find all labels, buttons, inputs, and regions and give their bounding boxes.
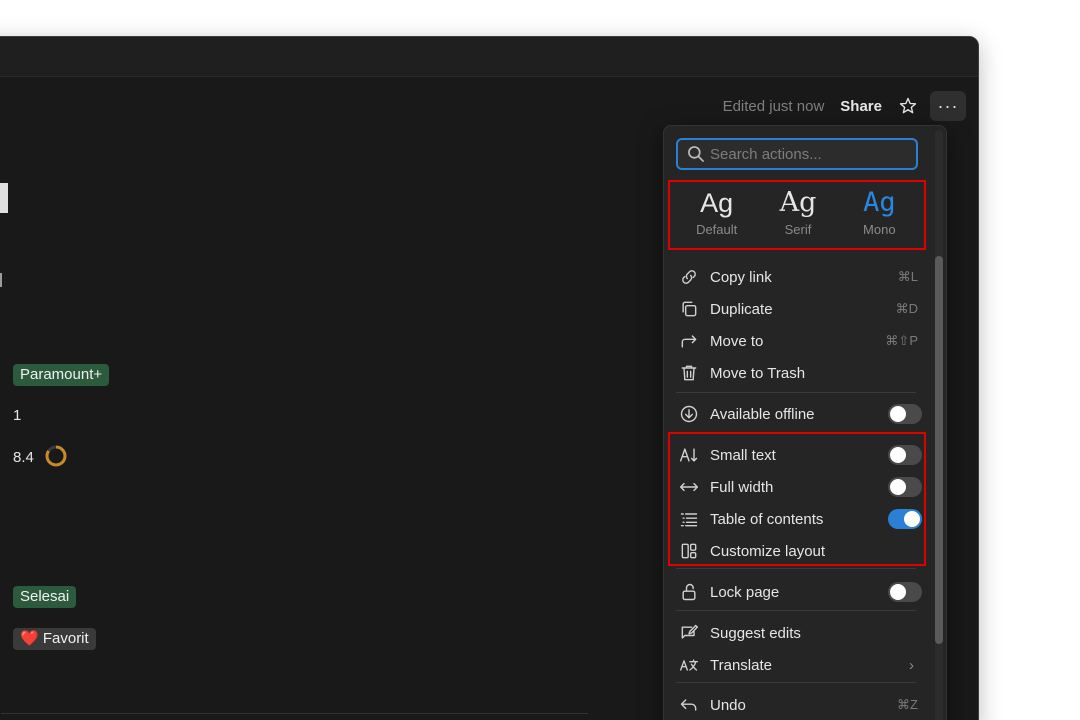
menu-item-label: Move to Trash	[710, 364, 806, 382]
menu-item-lock-page[interactable]: Lock page	[672, 577, 922, 607]
move-arrow-icon	[678, 330, 700, 352]
toggle-knob	[890, 447, 906, 463]
suggest-edit-icon	[678, 622, 700, 644]
search-input[interactable]	[710, 145, 910, 163]
list-icon	[678, 508, 700, 530]
link-icon	[678, 266, 700, 288]
search-icon	[688, 146, 704, 162]
menu-divider	[676, 682, 916, 683]
small-text-toggle[interactable]	[888, 445, 922, 465]
menu-divider	[676, 610, 916, 611]
favorite-star-icon[interactable]	[898, 96, 918, 116]
toggle-knob	[890, 406, 906, 422]
font-style-picker: Ag Default Ag Serif Ag Mono	[676, 186, 920, 246]
translate-icon	[678, 654, 700, 676]
search-actions-field[interactable]	[676, 138, 918, 170]
menu-divider	[676, 392, 916, 393]
available-offline-toggle[interactable]	[888, 404, 922, 424]
font-label-mono: Mono	[863, 222, 896, 237]
status-tag[interactable]: Selesai	[13, 586, 77, 608]
menu-item-undo[interactable]: Undo ⌘Z	[672, 690, 922, 720]
menu-item-move-to[interactable]: Move to ⌘⇧P	[672, 326, 922, 356]
full-width-toggle[interactable]	[888, 477, 922, 497]
text-size-icon	[678, 444, 700, 466]
menu-item-label: Lock page	[710, 583, 780, 601]
menu-item-full-width[interactable]: Full width	[672, 472, 922, 502]
page-options-menu: Ag Default Ag Serif Ag Mono Copy link	[663, 125, 947, 720]
page-cover-edge	[0, 183, 8, 213]
menu-item-label: Available offline	[710, 405, 815, 423]
app-window: Edited just now Share ··· Paramount+ 1 8…	[0, 36, 979, 720]
rating-progress-ring	[45, 445, 67, 467]
shortcut-hint: ⌘Z	[897, 697, 918, 712]
page-topbar: Edited just now Share ···	[723, 91, 966, 121]
menu-item-label: Translate	[710, 656, 772, 674]
menu-item-label: Full width	[710, 478, 774, 496]
menu-scrollbar-thumb[interactable]	[935, 256, 943, 644]
menu-item-label: Undo	[710, 696, 746, 714]
font-sample-serif: Ag	[779, 187, 817, 218]
menu-item-suggest-edits[interactable]: Suggest edits	[672, 618, 922, 648]
download-circle-icon	[678, 403, 700, 425]
favorite-tag[interactable]: ❤️ Favorit	[13, 628, 96, 650]
toggle-knob	[904, 511, 920, 527]
arrows-horizontal-icon	[678, 476, 700, 498]
duplicate-icon	[678, 298, 700, 320]
font-sample-default: Ag	[700, 188, 734, 218]
unlock-icon	[678, 581, 700, 603]
toggle-knob	[890, 584, 906, 600]
share-button[interactable]: Share	[840, 98, 882, 115]
shortcut-hint: ⌘⇧P	[885, 333, 918, 348]
font-option-serif[interactable]: Ag Serif	[757, 186, 838, 246]
font-sample-mono: Ag	[863, 187, 896, 218]
streaming-tag[interactable]: Paramount+	[13, 364, 110, 386]
lock-page-toggle[interactable]	[888, 582, 922, 602]
toggle-knob	[890, 479, 906, 495]
page-content: Edited just now Share ··· Paramount+ 1 8…	[0, 37, 978, 720]
shortcut-hint: ⌘L	[897, 269, 918, 284]
menu-item-copy-link[interactable]: Copy link ⌘L	[672, 262, 922, 292]
font-option-mono[interactable]: Ag Mono	[839, 186, 920, 246]
menu-item-move-to-trash[interactable]: Move to Trash	[672, 358, 922, 388]
menu-item-available-offline[interactable]: Available offline	[672, 399, 922, 429]
menu-item-duplicate[interactable]: Duplicate ⌘D	[672, 294, 922, 324]
font-label-serif: Serif	[784, 222, 812, 237]
undo-icon	[678, 694, 700, 716]
menu-item-label: Small text	[710, 446, 776, 464]
property-marker	[0, 273, 2, 287]
chevron-right-icon: ›	[909, 656, 914, 674]
font-option-default[interactable]: Ag Default	[676, 186, 757, 246]
table-of-contents-toggle[interactable]	[888, 509, 922, 529]
layout-icon	[678, 540, 700, 562]
more-options-button[interactable]: ···	[930, 91, 966, 121]
edited-status: Edited just now	[722, 97, 825, 115]
trash-icon	[678, 362, 700, 384]
menu-divider	[676, 568, 916, 569]
menu-item-label: Copy link	[710, 268, 772, 286]
divider	[1, 713, 588, 714]
menu-item-translate[interactable]: Translate ›	[672, 650, 922, 680]
menu-item-label: Suggest edits	[710, 624, 801, 642]
shortcut-hint: ⌘D	[895, 301, 918, 316]
menu-item-label: Move to	[710, 332, 764, 350]
rating-value: 8.4	[13, 449, 34, 466]
menu-item-small-text[interactable]: Small text	[672, 440, 922, 470]
font-label-default: Default	[696, 222, 738, 237]
menu-item-table-of-contents[interactable]: Table of contents	[672, 504, 922, 534]
menu-item-label: Duplicate	[710, 300, 773, 318]
menu-item-label: Customize layout	[710, 542, 826, 560]
count-value: 1	[13, 407, 22, 424]
menu-item-customize-layout[interactable]: Customize layout	[672, 536, 922, 566]
menu-item-label: Table of contents	[710, 510, 824, 528]
menu-divider	[676, 432, 916, 433]
